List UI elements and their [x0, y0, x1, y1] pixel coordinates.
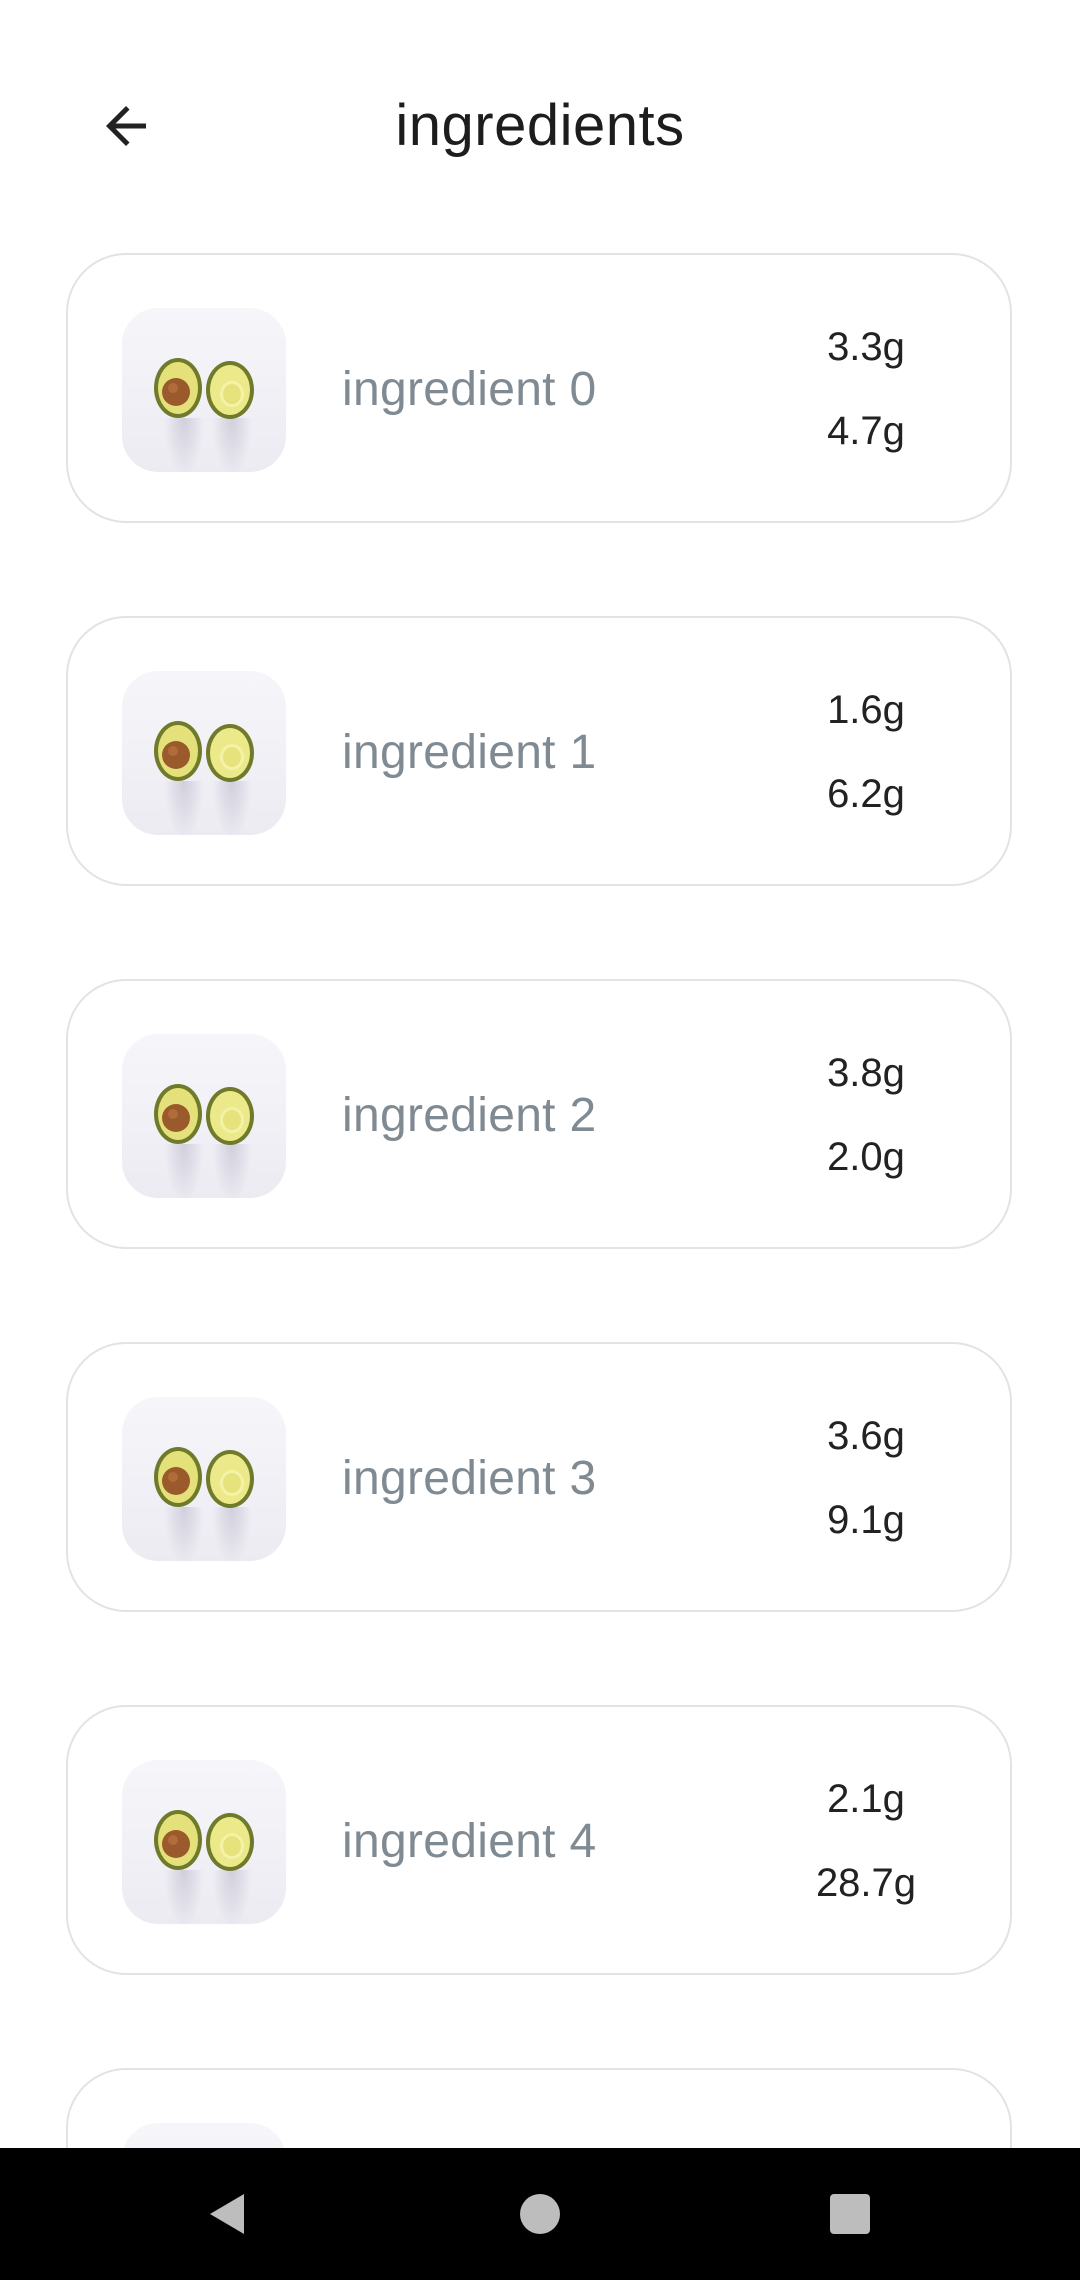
nav-back-button[interactable]	[180, 2168, 272, 2260]
ingredient-image	[122, 671, 286, 835]
ingredient-name: ingredient 0	[342, 363, 597, 416]
avocado-image	[154, 1447, 254, 1508]
ingredient-value-1: 3.8g	[827, 1051, 905, 1095]
ingredient-image	[122, 1034, 286, 1198]
avocado-image	[122, 2123, 286, 2148]
ingredient-value-2: 6.2g	[827, 772, 905, 816]
ingredient-value-2: 2.0g	[827, 1135, 905, 1179]
ingredient-value-2: 4.7g	[827, 409, 905, 453]
ingredient-card[interactable]	[66, 2068, 1012, 2148]
app-header: ingredients	[0, 0, 1080, 250]
circle-home-icon	[520, 2194, 560, 2234]
ingredient-name: ingredient 4	[342, 1815, 597, 1868]
ingredients-screen: ingredients ingredient 0 3.3g 4.7g ingre…	[0, 0, 1080, 2148]
ingredient-card[interactable]: ingredient 3 3.6g 9.1g	[66, 1342, 1012, 1612]
avocado-image	[154, 358, 254, 419]
avocado-image	[154, 1810, 254, 1871]
ingredient-value-2: 28.7g	[815, 1861, 917, 1905]
system-navigation-bar	[0, 2148, 1080, 2280]
triangle-back-icon	[210, 2194, 244, 2234]
ingredient-card[interactable]: ingredient 1 1.6g 6.2g	[66, 616, 1012, 886]
ingredient-value-1: 2.1g	[827, 1777, 905, 1821]
ingredient-card[interactable]: ingredient 2 3.8g 2.0g	[66, 979, 1012, 1249]
ingredient-value-1: 3.6g	[827, 1414, 905, 1458]
ingredient-name: ingredient 3	[342, 1452, 597, 1505]
page-title: ingredients	[395, 93, 685, 158]
ingredient-name: ingredient 1	[342, 726, 597, 779]
ingredient-value-1: 1.6g	[827, 688, 905, 732]
square-recents-icon	[830, 2194, 870, 2234]
ingredient-value-1: 3.3g	[827, 325, 905, 369]
ingredient-name: ingredient 2	[342, 1089, 597, 1142]
ingredient-image	[122, 2123, 286, 2148]
avocado-image	[154, 1084, 254, 1145]
ingredient-image	[122, 1397, 286, 1561]
ingredient-card[interactable]: ingredient 4 2.1g 28.7g	[66, 1705, 1012, 1975]
avocado-image	[154, 721, 254, 782]
nav-home-button[interactable]	[494, 2168, 586, 2260]
ingredient-value-2: 9.1g	[827, 1498, 905, 1542]
ingredient-image	[122, 308, 286, 472]
ingredient-image	[122, 1760, 286, 1924]
nav-recents-button[interactable]	[804, 2168, 896, 2260]
ingredient-card[interactable]: ingredient 0 3.3g 4.7g	[66, 253, 1012, 523]
